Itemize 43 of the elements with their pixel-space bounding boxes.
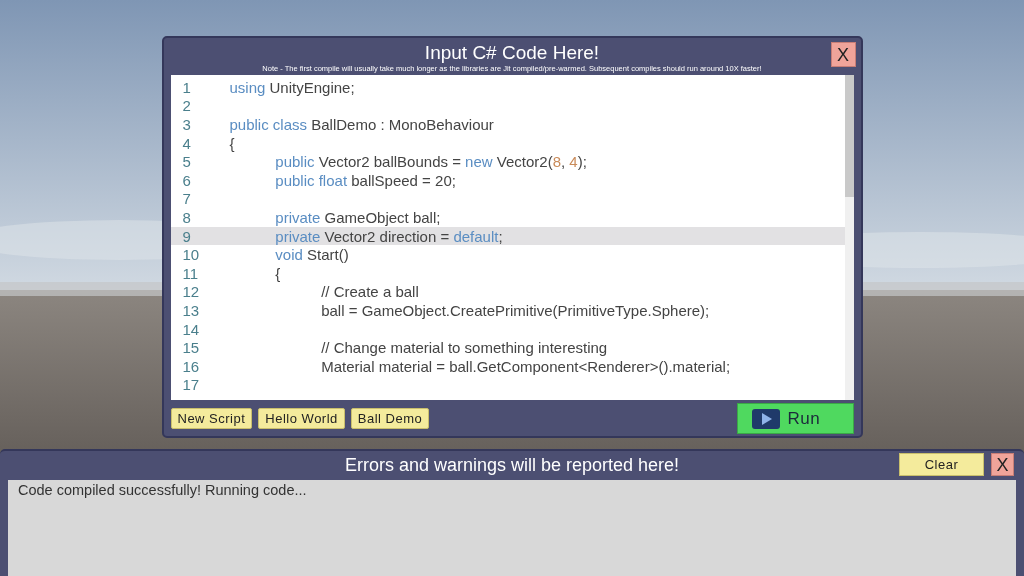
console-output: Code compiled successfully! Running code... [8, 480, 1016, 576]
code-line: public class BallDemo : MonoBehaviour [228, 116, 494, 133]
code-field[interactable] [170, 75, 854, 400]
line-number: 5 [181, 153, 192, 171]
line-number: 16 [181, 357, 201, 375]
run-button[interactable]: Run [736, 403, 854, 434]
line-number: 11 [181, 264, 200, 282]
line-number: 12 [181, 283, 201, 301]
code-line: // Create a ball [320, 283, 419, 301]
code-line: { [274, 264, 281, 282]
line-number: 15 [181, 339, 201, 357]
script-button[interactable]: Hello World [258, 408, 345, 429]
code-line: public Vector2 ballBounds = new Vector2(8, 4); [274, 153, 587, 171]
line-number: 4 [181, 134, 192, 152]
line-number: 14 [181, 320, 201, 338]
code-line: // Change material to something interesting [320, 339, 608, 357]
close-button[interactable]: X [830, 42, 856, 67]
line-number: 13 [181, 301, 201, 319]
scrollbar[interactable] [844, 75, 854, 400]
code-line: { [228, 134, 235, 152]
script-button[interactable]: New Script [170, 408, 253, 429]
line-number: 9 [181, 227, 192, 245]
line-number: 3 [181, 116, 192, 133]
code-line: void Start() [274, 246, 349, 264]
play-icon [751, 408, 780, 429]
line-number: 10 [181, 246, 201, 264]
line-number: 17 [181, 376, 201, 394]
code-line: using UnityEngine; [228, 78, 355, 96]
script-button[interactable]: Ball Demo [350, 408, 430, 429]
line-number: 8 [181, 208, 192, 226]
line-number: 2 [181, 97, 192, 115]
window-title: Input C# Code Here! [424, 42, 600, 64]
close-button[interactable]: X [991, 453, 1014, 476]
line-number: 7 [181, 190, 192, 208]
code-line: private GameObject ball; [274, 208, 441, 226]
clear-button[interactable]: Clear [899, 453, 984, 476]
console-title: Errors and warnings will be reported here! [344, 455, 680, 476]
code-line: public float ballSpeed = 20; [274, 171, 456, 189]
code-line: private Vector2 direction = default; [274, 227, 503, 245]
line-number: 1 [181, 78, 192, 96]
code-line: Material material = ball.GetComponent<Renderer>().material; [320, 357, 731, 375]
line-number: 6 [181, 171, 192, 189]
code-line: ball = GameObject.CreatePrimitive(PrimitiveType.Sphere); [320, 301, 710, 319]
